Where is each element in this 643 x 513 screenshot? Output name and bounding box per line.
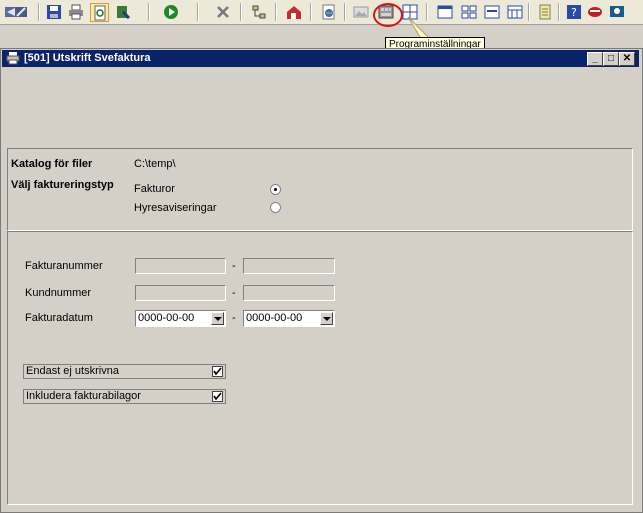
globe-icon[interactable] — [320, 3, 338, 21]
chevron-down-icon[interactable] — [211, 312, 224, 325]
save-icon[interactable] — [45, 3, 63, 21]
run-icon[interactable] — [162, 3, 180, 21]
include-attachments-checkbox[interactable] — [212, 391, 223, 402]
export-icon[interactable] — [114, 3, 132, 21]
only-unprinted-label: Endast ej utskrivna — [26, 365, 119, 377]
screen-icon[interactable] — [608, 3, 626, 21]
catalog-label: Katalog för filer — [11, 158, 93, 170]
date-from-combo[interactable]: 0000-00-00 — [135, 310, 226, 327]
invoice-date-label: Fakturadatum — [25, 312, 93, 324]
tree-icon[interactable] — [250, 3, 268, 21]
mail-icon[interactable] — [586, 3, 604, 21]
maximize-button[interactable]: □ — [603, 52, 619, 66]
invoice-type-label: Välj faktureringstyp — [11, 179, 114, 191]
invoice-number-separator: - — [232, 260, 236, 272]
close-button[interactable]: ✕ — [619, 52, 635, 66]
include-attachments-label: Inkludera fakturabilagor — [26, 390, 141, 402]
tile-icon[interactable] — [460, 3, 478, 21]
include-attachments-row[interactable]: Inkludera fakturabilagor — [23, 389, 226, 404]
customer-number-from-input[interactable] — [135, 285, 226, 301]
date-to-combo[interactable]: 0000-00-00 — [243, 310, 335, 327]
window-title: [501] Utskrift Svefaktura — [24, 52, 151, 64]
customer-number-label: Kundnummer — [25, 287, 92, 299]
toolbar: ? — [0, 0, 643, 27]
tools-icon[interactable] — [214, 3, 232, 21]
date-separator: - — [232, 312, 236, 324]
help-icon[interactable]: ? — [565, 3, 583, 21]
minimize-button[interactable]: _ — [587, 52, 603, 66]
highlight-circle — [373, 3, 403, 27]
calendar-icon[interactable] — [506, 3, 524, 21]
customer-number-separator: - — [232, 287, 236, 299]
house-up-icon[interactable] — [285, 3, 303, 21]
customer-number-to-input[interactable] — [243, 285, 335, 301]
filter-panel: Fakturanummer - Kundnummer - Fakturadatu… — [7, 231, 633, 505]
catalog-value: C:\temp\ — [134, 158, 176, 170]
file-settings-panel: Katalog för filer C:\temp\ Välj fakturer… — [7, 148, 633, 231]
print-icon[interactable] — [67, 3, 85, 21]
print-preview-icon[interactable] — [90, 3, 109, 22]
printer-icon — [6, 52, 20, 65]
invoice-number-to-input[interactable] — [243, 258, 335, 274]
chevron-down-icon[interactable] — [320, 312, 333, 325]
date-from-value: 0000-00-00 — [138, 312, 195, 324]
notes-icon[interactable] — [536, 3, 554, 21]
option-fakturor-label: Fakturor — [134, 183, 175, 195]
checkmark-icon — [213, 392, 222, 401]
invoice-number-from-input[interactable] — [135, 258, 226, 274]
radio-fakturor[interactable] — [270, 184, 281, 195]
redo-icon[interactable] — [12, 3, 30, 21]
date-to-value: 0000-00-00 — [246, 312, 303, 324]
radio-hyresaviseringar[interactable] — [270, 202, 281, 213]
checkmark-icon — [213, 367, 222, 376]
only-unprinted-checkbox[interactable] — [212, 366, 223, 377]
image-icon[interactable] — [352, 3, 370, 21]
form-icon[interactable] — [483, 3, 501, 21]
window-titlebar[interactable]: [501] Utskrift Svefaktura _ □ ✕ — [2, 50, 639, 67]
window-icon[interactable] — [436, 3, 454, 21]
svg-text:?: ? — [571, 6, 577, 19]
option-hyresaviseringar-label: Hyresaviseringar — [134, 202, 217, 214]
print-window: [501] Utskrift Svefaktura _ □ ✕ Katalog … — [0, 48, 643, 513]
invoice-number-label: Fakturanummer — [25, 260, 103, 272]
only-unprinted-row[interactable]: Endast ej utskrivna — [23, 364, 226, 379]
